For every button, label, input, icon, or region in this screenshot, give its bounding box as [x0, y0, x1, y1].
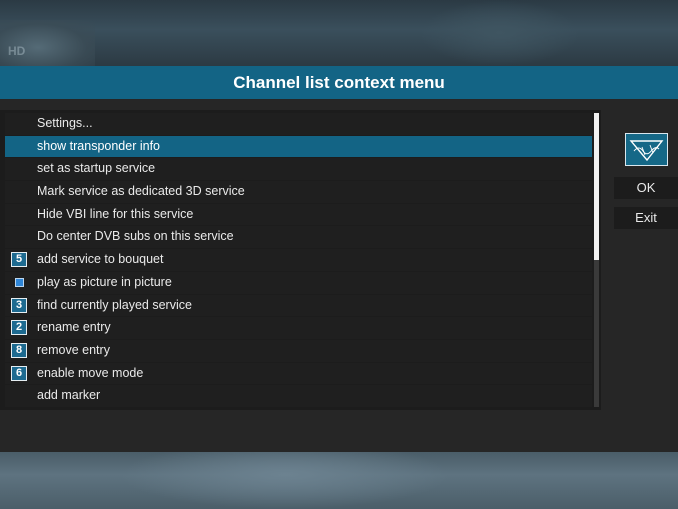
dialog-title: Channel list context menu [0, 66, 678, 99]
menu-item-label: Settings... [37, 116, 93, 130]
menu-item-label: add marker [37, 388, 101, 403]
number-key-3-icon: 3 [11, 297, 27, 313]
menu-scrollbar[interactable] [594, 113, 599, 407]
number-key-8-icon: 8 [11, 342, 27, 358]
menu-item-label: Mark service as dedicated 3D service [37, 184, 245, 199]
skin-logo-icon [625, 133, 668, 166]
menu-item-label: Do center DVB subs on this service [37, 229, 234, 244]
background-image-top: HD [0, 0, 678, 66]
menu-item-settings[interactable]: Settings... [5, 113, 592, 135]
menu-item-label: remove entry [37, 342, 110, 357]
scrollbar-thumb[interactable] [594, 113, 599, 260]
background-blur [420, 0, 580, 66]
hd-watermark: HD [8, 44, 26, 58]
menu-item-center-dvb-subs[interactable]: Do center DVB subs on this service [5, 226, 592, 249]
menu-item-label: set as startup service [37, 161, 156, 176]
ok-button[interactable]: OK [614, 177, 678, 199]
menu-item-set-startup-service[interactable]: set as startup service [5, 158, 592, 181]
pip-icon [15, 277, 24, 287]
menu-item-add-marker[interactable]: add marker [5, 385, 592, 407]
background-blur [120, 452, 450, 509]
menu-item-show-transponder-info[interactable]: show transponder info [5, 135, 592, 158]
number-key-5-icon: 5 [11, 252, 27, 268]
menu-item-enable-move-mode[interactable]: 6 enable move mode [5, 362, 592, 385]
menu-item-rename-entry[interactable]: 2 rename entry [5, 317, 592, 339]
number-key-6-icon: 6 [11, 365, 27, 381]
exit-button[interactable]: Exit [614, 207, 678, 229]
menu-item-remove-entry[interactable]: 8 remove entry [5, 339, 592, 362]
menu-item-label: play as picture in picture [37, 274, 172, 289]
menu-item-find-played-service[interactable]: 3 find currently played service [5, 294, 592, 317]
menu-item-add-to-bouquet[interactable]: 5 add service to bouquet [5, 249, 592, 271]
menu-item-label: rename entry [37, 320, 111, 335]
menu-item-label: enable move mode [37, 365, 144, 380]
number-key-2-icon: 2 [11, 320, 27, 336]
context-menu-list: Settings... show transponder info set as… [5, 113, 592, 408]
menu-item-label: add service to bouquet [37, 252, 164, 267]
menu-item-mark-3d-service[interactable]: Mark service as dedicated 3D service [5, 181, 592, 203]
menu-item-label: find currently played service [37, 297, 192, 312]
menu-item-play-pip[interactable]: play as picture in picture [5, 271, 592, 294]
background-image-bottom [0, 452, 678, 509]
menu-item-hide-vbi-line[interactable]: Hide VBI line for this service [5, 203, 592, 226]
menu-item-label: show transponder info [37, 138, 160, 153]
menu-item-label: Hide VBI line for this service [37, 206, 194, 221]
